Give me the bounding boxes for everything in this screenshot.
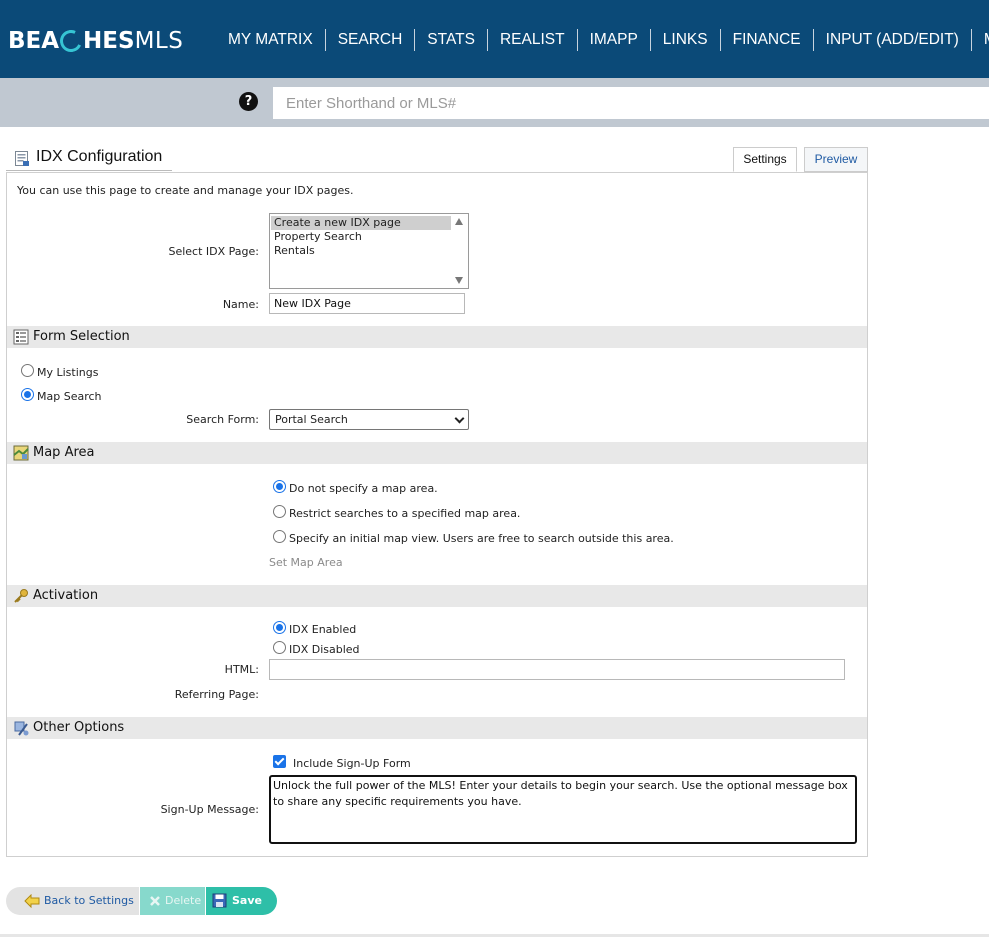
- include-signup-label: Include Sign-Up Form: [293, 757, 411, 770]
- section-title: Form Selection: [33, 329, 130, 344]
- logo-text-bea: BEA: [8, 28, 60, 54]
- key-icon: [14, 589, 28, 603]
- radio-idx-disabled[interactable]: [273, 641, 286, 654]
- set-map-area-link[interactable]: Set Map Area: [269, 556, 343, 569]
- list-item[interactable]: Property Search: [271, 230, 453, 244]
- html-label: HTML:: [224, 663, 259, 676]
- save-button-label: Save: [232, 894, 262, 907]
- save-button[interactable]: Save: [206, 887, 277, 915]
- tab-settings[interactable]: Settings: [733, 147, 797, 172]
- page-title: IDX Configuration: [36, 148, 163, 165]
- floppy-disk-icon: [212, 893, 227, 908]
- logo-text-hes: HES: [83, 28, 135, 54]
- radio-idx-disabled-label: IDX Disabled: [289, 643, 360, 656]
- radio-idx-enabled-label: IDX Enabled: [289, 623, 357, 636]
- delete-button[interactable]: Delete: [140, 887, 205, 915]
- signup-message-label: Sign-Up Message:: [160, 803, 259, 816]
- list-item[interactable]: Rentals: [271, 244, 453, 258]
- list-item[interactable]: Create a new IDX page: [271, 216, 453, 230]
- section-title: Other Options: [33, 720, 125, 735]
- nav-links[interactable]: LINKS: [651, 29, 721, 51]
- search-form-label: Search Form:: [186, 413, 259, 426]
- radio-no-map-area[interactable]: [273, 480, 286, 493]
- radio-no-map-area-label: Do not specify a map area.: [289, 482, 438, 495]
- search-form-selected-value: Portal Search: [275, 413, 348, 426]
- delete-button-label: Delete: [165, 894, 202, 907]
- chevron-down-icon: [454, 413, 465, 424]
- section-activation: Activation: [7, 585, 867, 607]
- section-other-options: Other Options: [7, 717, 867, 739]
- delete-x-icon: [150, 896, 160, 906]
- tab-preview[interactable]: Preview: [804, 147, 868, 172]
- section-form-selection: Form Selection: [7, 326, 867, 348]
- radio-idx-enabled[interactable]: [273, 621, 286, 634]
- back-to-settings-button[interactable]: Back to Settings: [6, 887, 139, 915]
- idx-page-listbox[interactable]: Create a new IDX page Property Search Re…: [269, 213, 469, 289]
- section-title: Map Area: [33, 445, 95, 460]
- map-icon: [13, 445, 29, 461]
- nav-input-add-edit[interactable]: INPUT (ADD/EDIT): [814, 29, 972, 51]
- help-icon[interactable]: ?: [239, 92, 258, 111]
- radio-my-listings-label: My Listings: [37, 366, 99, 379]
- nav-finance[interactable]: FINANCE: [721, 29, 814, 51]
- options-icon: [14, 721, 29, 736]
- logo-swirl-icon: [56, 26, 86, 56]
- section-map-area: Map Area: [7, 442, 867, 464]
- shorthand-search-input[interactable]: [273, 87, 989, 119]
- scroll-down-arrow-icon[interactable]: [455, 277, 463, 284]
- radio-my-listings[interactable]: [21, 364, 34, 377]
- radio-initial-map-view[interactable]: [273, 530, 286, 543]
- top-navigation-bar: BEA HES MLS MY MATRIX SEARCH STATS REALIST…: [0, 0, 989, 78]
- logo-text-mls: MLS: [134, 28, 184, 54]
- main-nav: MY MATRIX SEARCH STATS REALIST IMAPP LIN…: [216, 29, 989, 51]
- form-icon: [13, 329, 29, 345]
- nav-realist[interactable]: REALIST: [488, 29, 578, 51]
- radio-restrict-map-area[interactable]: [273, 505, 286, 518]
- nav-my-matrix[interactable]: MY MATRIX: [216, 29, 326, 51]
- scroll-up-arrow-icon[interactable]: [455, 218, 463, 225]
- html-input[interactable]: [269, 659, 845, 680]
- nav-imapp[interactable]: IMAPP: [578, 29, 651, 51]
- nav-search[interactable]: SEARCH: [326, 29, 416, 51]
- search-form-select[interactable]: Portal Search: [269, 409, 469, 430]
- include-signup-checkbox[interactable]: [273, 755, 286, 768]
- radio-restrict-map-area-label: Restrict searches to a specified map are…: [289, 507, 521, 520]
- nav-marketing[interactable]: MARK: [972, 29, 989, 51]
- name-label: Name:: [222, 298, 259, 311]
- name-input[interactable]: [269, 293, 465, 314]
- document-icon: [15, 151, 29, 166]
- radio-map-search-label: Map Search: [37, 390, 102, 403]
- signup-message-textarea[interactable]: Unlock the full power of the MLS! Enter …: [269, 775, 857, 844]
- back-arrow-icon: [24, 894, 40, 908]
- intro-text: You can use this page to create and mana…: [17, 184, 354, 197]
- beachesmls-logo[interactable]: BEA HES MLS: [8, 26, 184, 56]
- radio-map-search[interactable]: [21, 388, 34, 401]
- radio-initial-map-view-label: Specify an initial map view. Users are f…: [289, 532, 674, 545]
- nav-stats[interactable]: STATS: [415, 29, 488, 51]
- referring-page-label: Referring Page:: [174, 688, 259, 701]
- section-title: Activation: [33, 588, 99, 603]
- listbox-scrollbar[interactable]: [451, 214, 468, 288]
- title-divider: [6, 170, 172, 171]
- select-idx-page-label: Select IDX Page:: [168, 245, 259, 258]
- back-button-label: Back to Settings: [44, 894, 134, 907]
